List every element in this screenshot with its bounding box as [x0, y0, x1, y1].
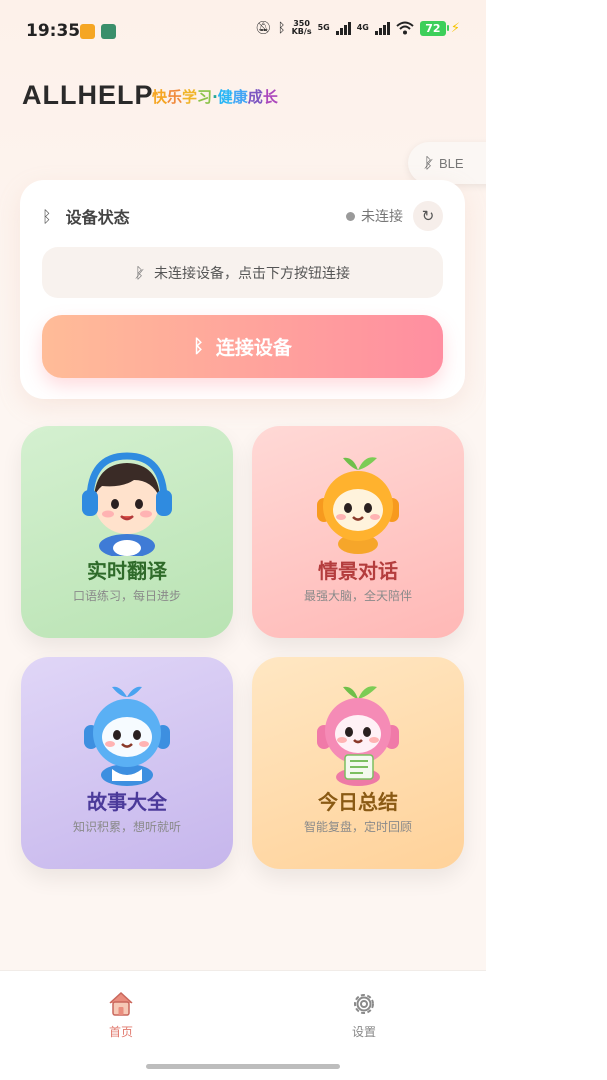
feature-title: 情景对话: [318, 559, 398, 583]
feature-title: 故事大全: [87, 790, 167, 814]
app-brand: ALLHELP: [22, 80, 154, 110]
headphone-kid-mascot-icon: [82, 452, 172, 556]
battery-level: 72: [419, 20, 446, 36]
wifi-icon: [396, 21, 414, 35]
device-status-title: 设备状态: [65, 208, 130, 227]
gear-icon: [354, 994, 374, 1014]
home-indicator[interactable]: [146, 1064, 340, 1069]
bluetooth-off-icon: ᛒ̸: [134, 263, 144, 282]
slogan-char: 成: [247, 88, 263, 106]
signal-5g-icon: [335, 21, 351, 35]
bluetooth-off-icon: ᛒ̸: [424, 154, 434, 172]
feature-tile-summary[interactable]: 今日总结 智能复盘，定时回顾: [252, 657, 464, 869]
slogan-char: 健: [217, 88, 233, 106]
feature-subtitle: 智能复盘，定时回顾: [303, 820, 412, 834]
refresh-icon: ↻: [421, 207, 435, 225]
feature-tile-stories[interactable]: 故事大全 知识积累，想听就听: [21, 657, 233, 869]
refresh-button[interactable]: ↻: [413, 201, 443, 231]
orange-sprout-mascot-icon: [317, 457, 399, 554]
feature-tile-translate[interactable]: 实时翻译 口语练习，每日进步: [21, 426, 233, 638]
feature-title: 实时翻译: [87, 559, 167, 583]
slogan-char: 习: [197, 88, 213, 106]
connection-hint: ᛒ̸ 未连接设备，点击下方按钮连接: [42, 247, 443, 298]
app-slogan: 快乐学习·健康成长: [152, 86, 278, 107]
status-icons: 🔕︎ ᛒ 350 KB/s 5G 4G 72 ⚡︎: [255, 20, 460, 36]
bluetooth-status-icon: ᛒ: [277, 20, 286, 36]
network-speed: 350 KB/s: [292, 20, 312, 36]
connection-status-badge: 未连接: [346, 206, 403, 226]
status-dot-icon: [346, 211, 355, 221]
notification-avatar-icon: [101, 24, 116, 39]
ble-toggle-button[interactable]: ᛒ̸ BLE: [408, 142, 486, 184]
home-icon: [109, 991, 133, 1016]
connection-status-text: 未连接: [361, 209, 403, 225]
connect-device-button[interactable]: ᛒ 连接设备: [42, 315, 443, 378]
slogan-char: 乐: [167, 88, 183, 106]
device-status-header: ᛒ 设备状态: [42, 204, 130, 228]
feature-subtitle: 知识积累，想听就听: [72, 820, 181, 834]
signal-4g-icon: [374, 21, 390, 35]
nav-item-home[interactable]: 首页: [81, 989, 161, 1040]
app-screen: 19:35 🔕︎ ᛒ 350 KB/s 5G 4G 72 ⚡︎ ALLHELP …: [0, 0, 486, 1080]
feature-tile-dialogue[interactable]: 情景对话 最强大脑，全天陪伴: [252, 426, 464, 638]
slogan-char: 学: [182, 88, 198, 106]
pink-sprout-mascot-icon: [317, 686, 399, 786]
charging-icon: ⚡︎: [450, 20, 460, 36]
blue-robot-mascot-icon: [84, 686, 170, 786]
bluetooth-connect-icon: ᛒ: [193, 336, 204, 357]
status-time: 19:35: [26, 21, 81, 41]
network-5g-label: 5G: [317, 23, 330, 32]
network-4g-label: 4G: [356, 23, 369, 32]
mute-bell-icon: 🔕︎: [255, 20, 272, 36]
connection-hint-text: 未连接设备，点击下方按钮连接: [154, 265, 350, 282]
battery-cap: [446, 25, 449, 31]
feature-title: 今日总结: [318, 790, 398, 814]
battery-indicator: 72 ⚡︎: [419, 20, 460, 36]
notification-app-icon: [80, 24, 95, 39]
feature-subtitle: 最强大脑，全天陪伴: [303, 589, 412, 603]
feature-subtitle: 口语练习，每日进步: [72, 589, 181, 603]
network-speed-unit: KB/s: [291, 27, 312, 36]
connect-device-label: 连接设备: [215, 337, 292, 359]
status-bar: 19:35 🔕︎ ᛒ 350 KB/s 5G 4G 72 ⚡︎: [0, 0, 486, 64]
device-status-card: ᛒ 设备状态 未连接 ↻ ᛒ̸ 未连接设备，点击下方按钮连接 ᛒ 连接设备: [20, 180, 465, 399]
nav-item-settings[interactable]: 设置: [324, 989, 404, 1040]
bluetooth-icon: ᛒ: [42, 206, 52, 226]
nav-label-settings: 设置: [351, 1025, 376, 1039]
slogan-char: 康: [232, 88, 248, 106]
ble-label: BLE: [439, 155, 464, 171]
slogan-char: 长: [262, 88, 278, 106]
nav-label-home: 首页: [108, 1025, 133, 1039]
slogan-char: 快: [152, 88, 168, 106]
